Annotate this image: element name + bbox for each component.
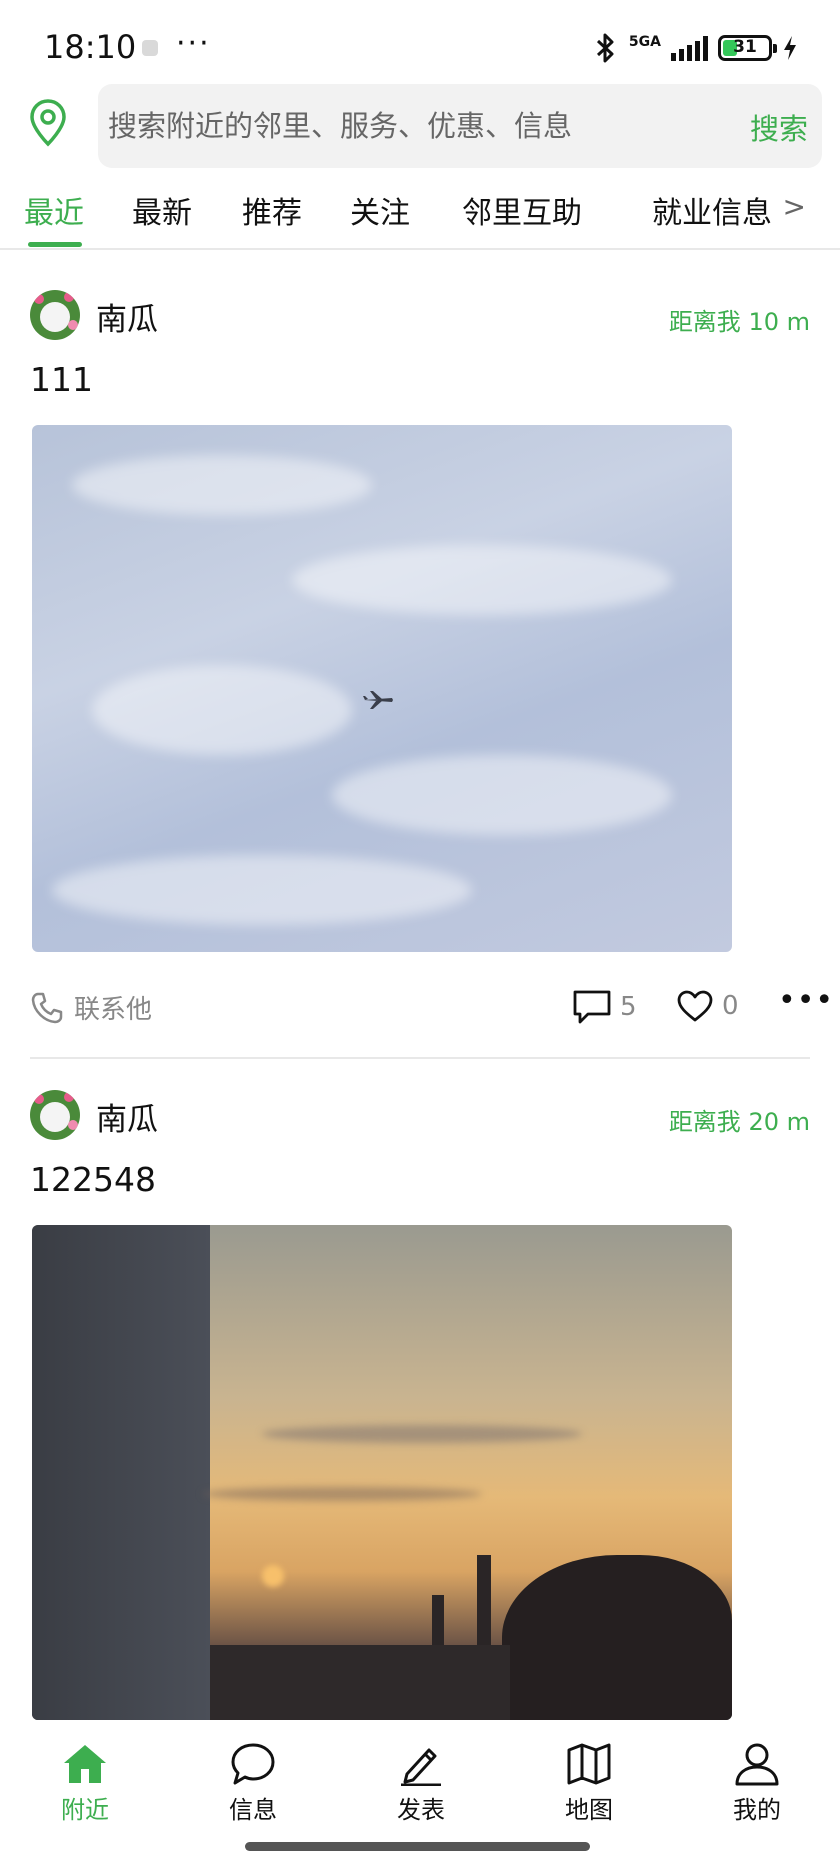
post-text: 111	[30, 360, 93, 399]
notification-icon	[142, 40, 158, 56]
nav-label: 地图	[565, 1796, 613, 1824]
comment-button[interactable]: 5	[572, 989, 637, 1025]
avatar[interactable]	[30, 1090, 80, 1140]
chat-bubble-icon	[231, 1743, 275, 1785]
status-more-icon: ···	[176, 26, 211, 61]
post-actions: 联系他 5 0 •••	[0, 983, 840, 1033]
nav-label: 附近	[61, 1796, 109, 1824]
status-time: 18:10	[44, 28, 137, 66]
tab-neighbor-help[interactable]: 邻里互助	[462, 188, 582, 232]
comment-count: 5	[620, 992, 637, 1022]
bluetooth-icon	[596, 33, 614, 63]
post-distance: 距离我 10 m	[668, 308, 810, 336]
contact-label: 联系他	[74, 995, 153, 1025]
tab-recent[interactable]: 最近	[24, 188, 84, 232]
feed-post[interactable]: 南瓜 距离我 20 m 122548	[0, 1080, 840, 1720]
post-image-sunset[interactable]	[32, 1225, 732, 1720]
contact-button[interactable]: 联系他	[30, 989, 152, 1026]
nav-label: 信息	[229, 1796, 277, 1824]
tab-newest[interactable]: 最新	[132, 188, 192, 232]
app-screen: 18:10 ··· 5GA 31 搜索附近的邻里、服务、优惠、信息 搜索 最近 …	[0, 0, 840, 1869]
feed-post[interactable]: 南瓜 距离我 10 m 111 联系他 5 0 •••	[0, 280, 840, 1060]
category-tabs: 最近 最新 推荐 关注 邻里互助 就业信息 >	[0, 180, 840, 250]
post-username[interactable]: 南瓜	[96, 1094, 158, 1139]
battery-level: 31	[733, 37, 757, 57]
search-button[interactable]: 搜索	[750, 106, 808, 148]
nav-map[interactable]: 地图	[534, 1742, 644, 1825]
post-username[interactable]: 南瓜	[96, 294, 158, 339]
home-icon	[64, 1745, 106, 1783]
search-input[interactable]	[108, 84, 698, 168]
home-indicator[interactable]	[245, 1842, 590, 1851]
post-image-sky[interactable]	[32, 425, 732, 952]
tab-job-info[interactable]: 就业信息	[652, 188, 772, 232]
airplane-icon	[363, 691, 393, 709]
heart-icon	[677, 990, 713, 1022]
nav-label: 发表	[397, 1796, 445, 1824]
post-more-icon[interactable]: •••	[778, 983, 834, 1018]
nav-messages[interactable]: 信息	[198, 1742, 308, 1825]
map-icon	[567, 1743, 611, 1785]
search-box: 搜索	[98, 84, 822, 168]
signal-icon	[671, 35, 708, 61]
nav-nearby[interactable]: 附近	[30, 1742, 140, 1825]
pencil-icon	[401, 1748, 441, 1786]
battery-icon: 31	[718, 35, 777, 61]
comment-icon	[573, 990, 611, 1024]
active-tab-indicator	[28, 242, 82, 247]
like-button[interactable]: 0	[676, 989, 739, 1023]
tab-following[interactable]: 关注	[350, 188, 410, 232]
search-row: 搜索	[0, 84, 840, 170]
status-bar: 18:10 ··· 5GA 31	[0, 0, 840, 96]
post-divider	[30, 1057, 810, 1059]
post-text: 122548	[30, 1160, 156, 1199]
tabs-more-arrow-icon[interactable]: >	[783, 190, 806, 223]
status-icons: 5GA 31	[593, 28, 798, 68]
avatar[interactable]	[30, 290, 80, 340]
user-icon	[735, 1743, 779, 1786]
nav-post[interactable]: 发表	[366, 1742, 476, 1825]
post-distance: 距离我 20 m	[668, 1108, 810, 1136]
phone-icon	[31, 992, 63, 1023]
building-shape	[32, 1225, 210, 1720]
nav-label: 我的	[733, 1796, 781, 1824]
tab-recommended[interactable]: 推荐	[242, 188, 302, 232]
charging-icon	[784, 36, 796, 60]
nav-profile[interactable]: 我的	[702, 1742, 812, 1825]
like-count: 0	[722, 991, 739, 1021]
signal-label: 5GA	[628, 34, 661, 50]
location-pin-icon[interactable]	[28, 98, 68, 148]
